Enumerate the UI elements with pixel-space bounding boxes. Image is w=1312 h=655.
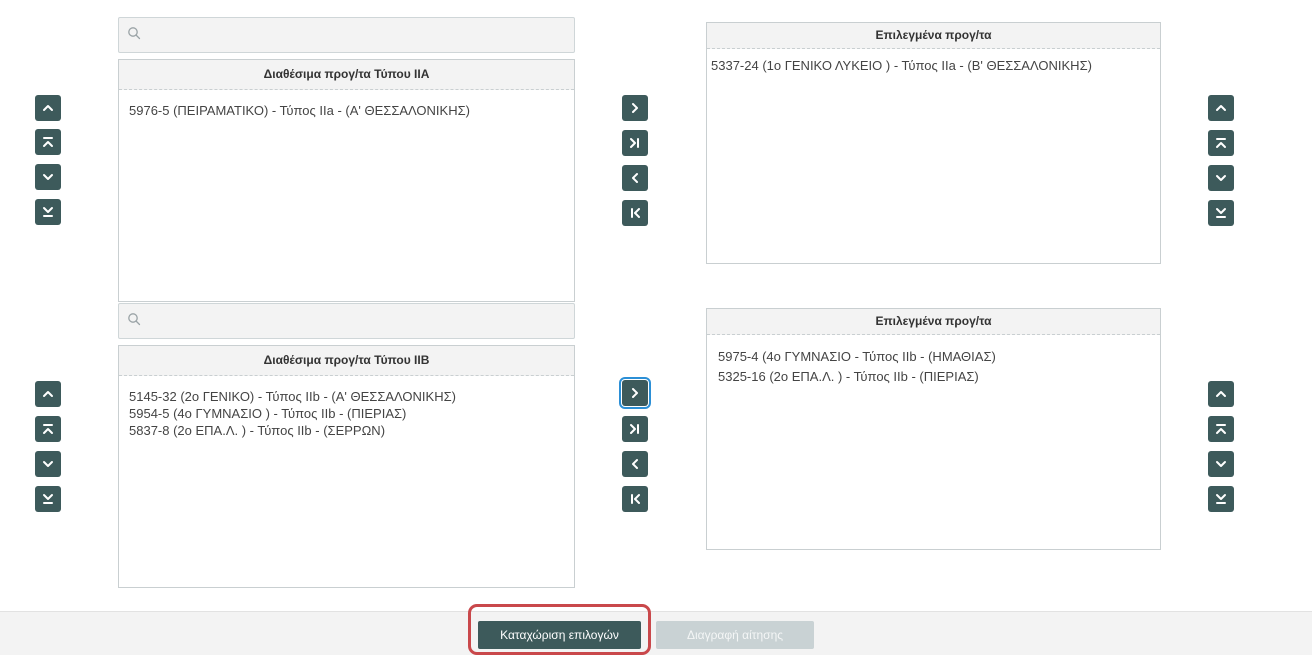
list-item[interactable]: 5337-24 (1ο ΓΕΝΙΚΟ ΛΥΚΕΙΟ ) - Τύπος IIa … (711, 57, 1160, 74)
selected-list-b-title: Επιλεγμένα προγ/τα (707, 309, 1160, 335)
list-item[interactable]: 5325-16 (2ο ΕΠΑ.Λ. ) - Τύπος IIb - (ΠΙΕΡ… (718, 369, 1160, 385)
move-to-top-icon (1214, 422, 1228, 436)
available-a-move-down-button[interactable] (35, 164, 61, 190)
move-all-right-b-button[interactable] (622, 416, 648, 442)
available-a-move-up-button[interactable] (35, 95, 61, 121)
selected-a-move-up-button[interactable] (1208, 95, 1234, 121)
move-to-top-icon (41, 135, 55, 149)
group-a: Διαθέσιμα προγ/τα Τύπου ΙΙΑ 5976-5 (ΠΕΙΡ… (0, 0, 1312, 302)
move-all-right-icon (628, 136, 642, 150)
available-b-move-top-button[interactable] (35, 416, 61, 442)
available-a-move-top-button[interactable] (35, 129, 61, 155)
move-all-right-icon (628, 422, 642, 436)
available-a-search-input[interactable] (149, 21, 568, 49)
list-item[interactable]: 5976-5 (ΠΕΙΡΑΜΑΤΙΚΟ) - Τύπος IIa - (Α' Θ… (129, 102, 564, 119)
chevron-down-icon (41, 457, 55, 471)
selected-list-a-title: Επιλεγμένα προγ/τα (707, 23, 1160, 49)
selected-b-move-top-button[interactable] (1208, 416, 1234, 442)
list-item[interactable]: 5954-5 (4ο ΓΥΜΝΑΣΙΟ ) - Τύπος IIb - (ΠΙΕ… (129, 405, 564, 422)
list-item[interactable]: 5837-8 (2ο ΕΠΑ.Λ. ) - Τύπος IIb - (ΣΕΡΡΩ… (129, 422, 564, 439)
move-selected-left-a-button[interactable] (622, 165, 648, 191)
move-selected-left-b-button[interactable] (622, 451, 648, 477)
move-to-bottom-icon (41, 205, 55, 219)
move-to-top-icon (41, 422, 55, 436)
available-list-b: Διαθέσιμα προγ/τα Τύπου ΙΙΒ 5145-32 (2ο … (118, 345, 575, 588)
move-to-bottom-icon (1214, 492, 1228, 506)
available-b-move-up-button[interactable] (35, 381, 61, 407)
chevron-right-icon (628, 101, 642, 115)
available-b-search[interactable] (118, 303, 575, 339)
list-item[interactable]: 5145-32 (2ο ΓΕΝΙΚΟ) - Τύπος IIb - (Α' ΘΕ… (129, 388, 564, 405)
move-selected-right-b-button[interactable] (619, 377, 651, 409)
move-all-left-a-button[interactable] (622, 200, 648, 226)
selected-list-a: Επιλεγμένα προγ/τα 5337-24 (1ο ΓΕΝΙΚΟ ΛΥ… (706, 22, 1161, 264)
selected-a-move-bottom-button[interactable] (1208, 200, 1234, 226)
chevron-up-icon (1214, 387, 1228, 401)
selected-b-move-up-button[interactable] (1208, 381, 1234, 407)
chevron-down-icon (41, 170, 55, 184)
available-a-move-bottom-button[interactable] (35, 199, 61, 225)
chevron-up-icon (1214, 101, 1228, 115)
available-b-move-down-button[interactable] (35, 451, 61, 477)
delete-application-button: Διαγραφή αίτησης (656, 621, 814, 649)
chevron-right-icon (628, 386, 642, 400)
move-all-left-icon (628, 206, 642, 220)
move-all-right-a-button[interactable] (622, 130, 648, 156)
selected-b-move-bottom-button[interactable] (1208, 486, 1234, 512)
selected-a-move-down-button[interactable] (1208, 165, 1234, 191)
move-to-top-icon (1214, 136, 1228, 150)
search-icon (127, 26, 141, 40)
available-list-b-title: Διαθέσιμα προγ/τα Τύπου ΙΙΒ (119, 346, 574, 376)
chevron-up-icon (41, 387, 55, 401)
available-b-search-input[interactable] (149, 307, 568, 335)
move-all-left-b-button[interactable] (622, 486, 648, 512)
chevron-up-icon (41, 101, 55, 115)
chevron-left-icon (628, 171, 642, 185)
available-b-move-bottom-button[interactable] (35, 486, 61, 512)
chevron-down-icon (1214, 171, 1228, 185)
move-selected-right-a-button[interactable] (622, 95, 648, 121)
search-icon (127, 312, 141, 326)
move-all-left-icon (628, 492, 642, 506)
submit-selections-button[interactable]: Καταχώριση επιλογών (478, 621, 641, 649)
selected-a-move-top-button[interactable] (1208, 130, 1234, 156)
selected-b-move-down-button[interactable] (1208, 451, 1234, 477)
move-to-bottom-icon (41, 492, 55, 506)
chevron-down-icon (1214, 457, 1228, 471)
available-a-search[interactable] (118, 17, 575, 53)
list-item[interactable]: 5975-4 (4ο ΓΥΜΝΑΣΙΟ - Τύπος IIb - (ΗΜΑΘΙ… (718, 345, 1160, 369)
available-list-a: Διαθέσιμα προγ/τα Τύπου ΙΙΑ 5976-5 (ΠΕΙΡ… (118, 59, 575, 302)
selected-list-b: Επιλεγμένα προγ/τα 5975-4 (4ο ΓΥΜΝΑΣΙΟ -… (706, 308, 1161, 550)
move-to-bottom-icon (1214, 206, 1228, 220)
available-list-a-title: Διαθέσιμα προγ/τα Τύπου ΙΙΑ (119, 60, 574, 90)
chevron-left-icon (628, 457, 642, 471)
